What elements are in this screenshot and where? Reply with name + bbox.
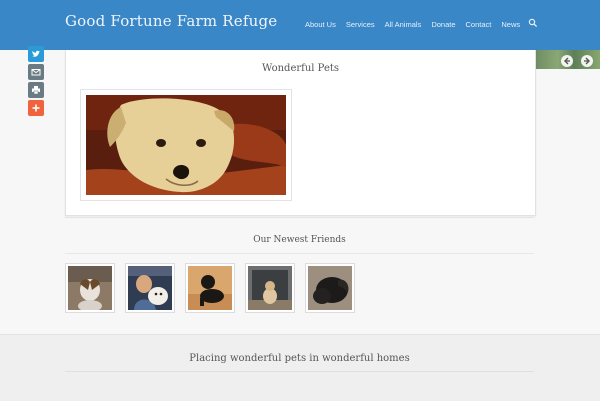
nav-item-services[interactable]: Services	[346, 20, 375, 29]
nav-item-donate[interactable]: Donate	[431, 20, 455, 29]
friend-photo	[188, 266, 232, 310]
share-more-button[interactable]	[28, 100, 44, 116]
nav-item-contact[interactable]: Contact	[466, 20, 492, 29]
featured-dog-photo	[86, 95, 286, 195]
site-title[interactable]: Good Fortune Farm Refuge	[65, 12, 277, 30]
friend-photo	[128, 266, 172, 310]
add-icon	[32, 104, 40, 112]
footer-divider	[65, 371, 534, 372]
friend-thumbnail[interactable]	[125, 263, 175, 313]
nav-item-all-animals[interactable]: All Animals	[385, 20, 422, 29]
footer-tagline: Placing wonderful pets in wonderful home…	[189, 353, 410, 364]
friend-thumbnail[interactable]	[185, 263, 235, 313]
friend-photo	[308, 266, 352, 310]
friend-photo	[248, 266, 292, 310]
section-title: Wonderful Pets	[261, 63, 340, 74]
email-icon	[31, 69, 41, 76]
nav-item-about-us[interactable]: About Us	[305, 20, 336, 29]
arrow-left-icon	[564, 57, 570, 65]
site-header: Good Fortune Farm Refuge About Us Servic…	[0, 0, 600, 50]
panel-divider	[65, 217, 534, 218]
friends-section-title: Our Newest Friends	[253, 235, 346, 245]
friends-divider	[65, 253, 534, 254]
share-print-button[interactable]	[28, 82, 44, 98]
friend-photo	[68, 266, 112, 310]
twitter-icon	[32, 50, 40, 57]
slider-prev-button[interactable]	[561, 55, 573, 67]
main-nav: About Us Services All Animals Donate Con…	[305, 20, 520, 29]
friend-thumbnail[interactable]	[245, 263, 295, 313]
content-panel: Wonderful Pets	[65, 50, 536, 216]
featured-image-frame[interactable]	[80, 89, 292, 201]
search-icon[interactable]	[528, 18, 538, 28]
slider-next-button[interactable]	[581, 55, 593, 67]
site-footer: Placing wonderful pets in wonderful home…	[0, 334, 600, 401]
print-icon	[32, 86, 40, 95]
nav-item-news[interactable]: News	[501, 20, 520, 29]
share-twitter-button[interactable]	[28, 46, 44, 62]
arrow-right-icon	[584, 57, 590, 65]
friend-thumbnail[interactable]	[65, 263, 115, 313]
share-email-button[interactable]	[28, 64, 44, 80]
friend-thumbnail[interactable]	[305, 263, 355, 313]
